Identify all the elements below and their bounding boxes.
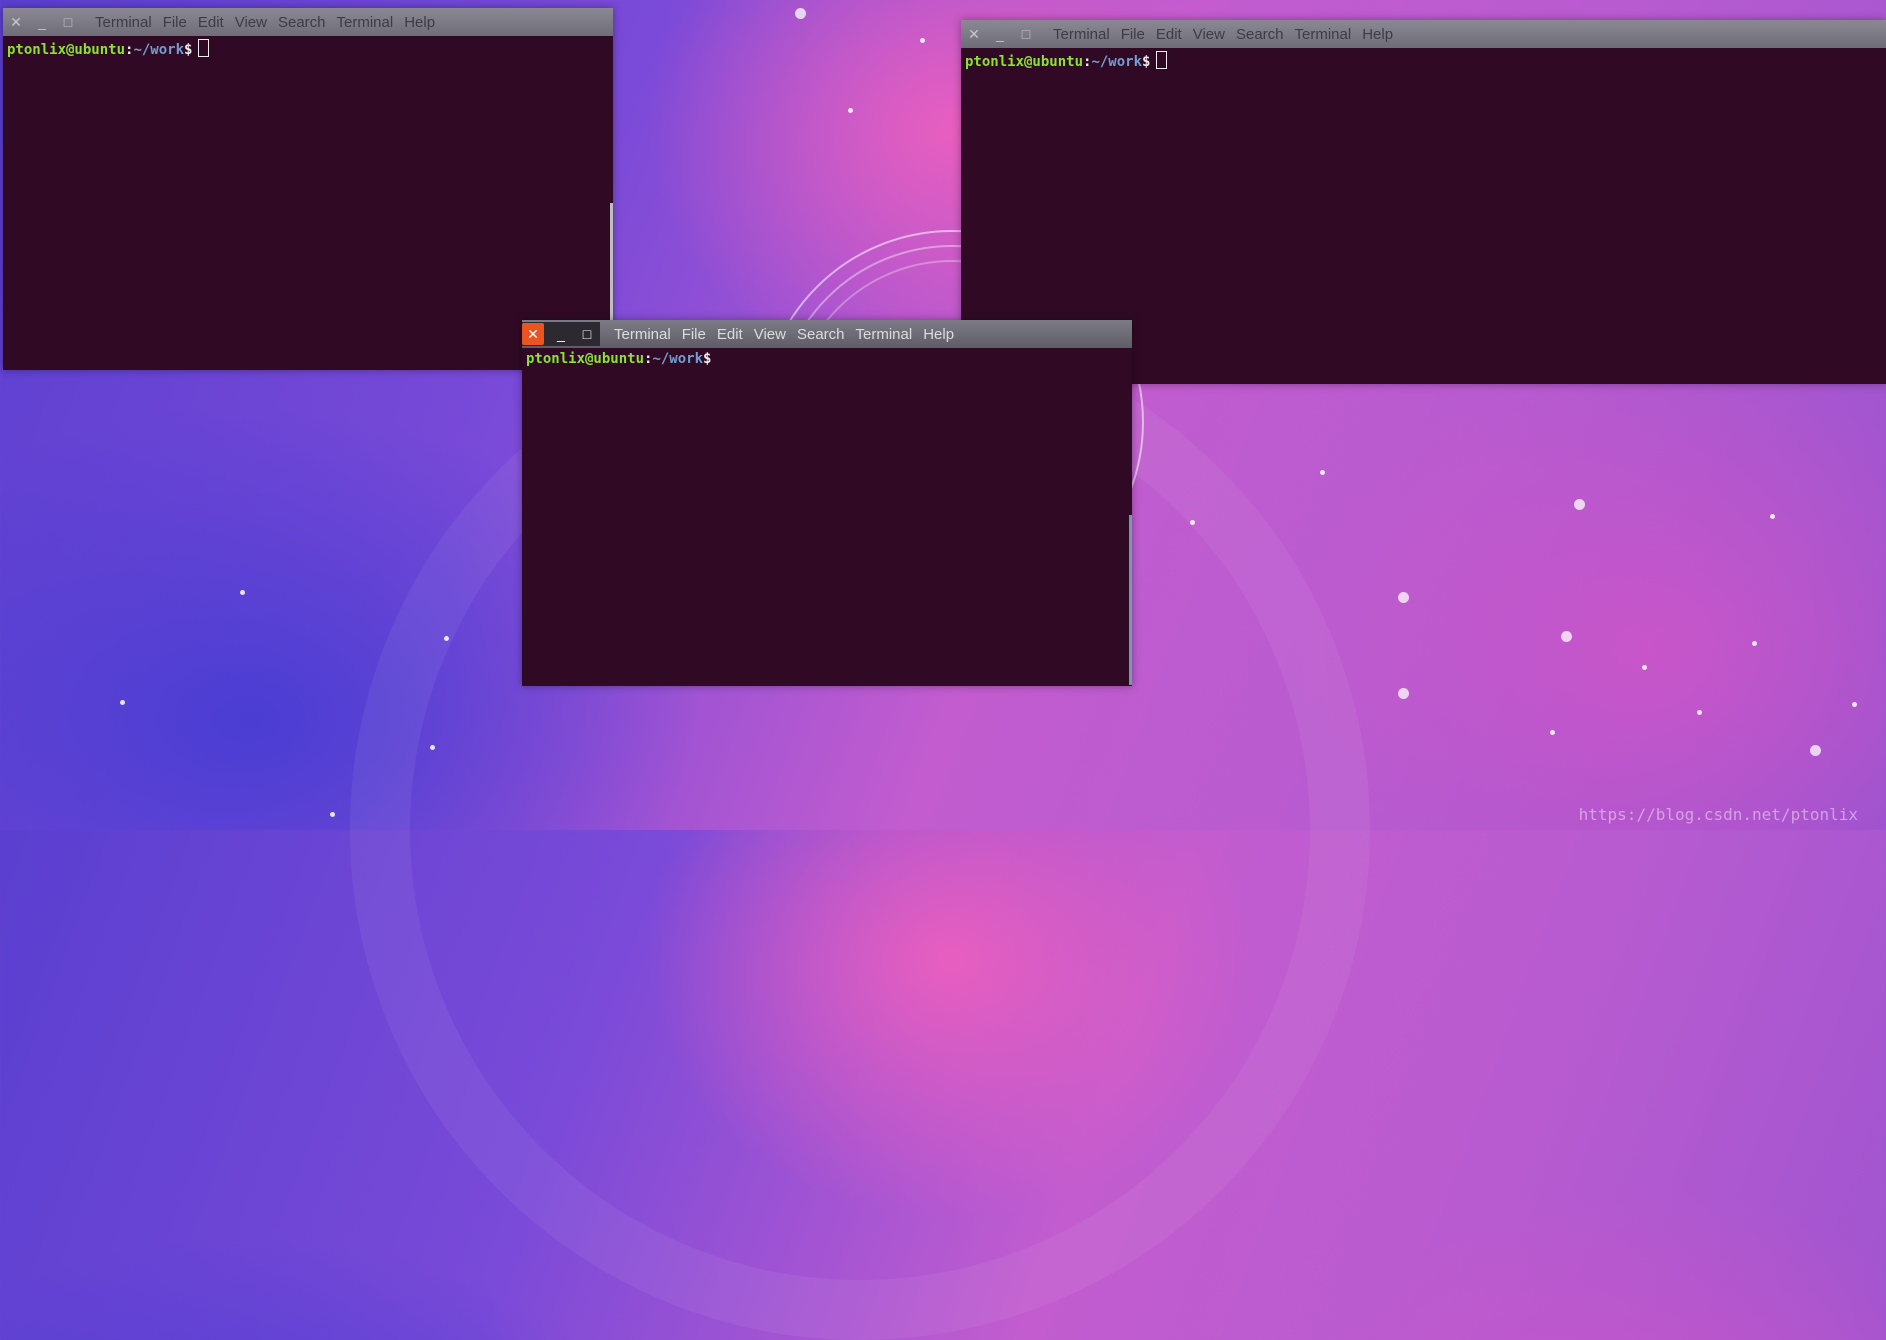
menu-item-terminal-2[interactable]: Terminal	[1295, 26, 1352, 43]
menu-item-view[interactable]: View	[235, 14, 267, 31]
menu-item-file[interactable]: File	[1121, 26, 1145, 43]
prompt-path: ~/work	[133, 42, 185, 58]
window-titlebar[interactable]: ✕ _ □ Terminal File Edit View Search Ter…	[3, 8, 613, 36]
prompt-user-host: ptonlix@ubuntu	[7, 42, 126, 58]
close-icon[interactable]: ✕	[3, 8, 29, 36]
menu-bar: Terminal File Edit View Search Terminal …	[614, 326, 965, 343]
prompt-user-host: ptonlix@ubuntu	[526, 351, 645, 367]
prompt-symbol: $	[703, 351, 712, 367]
text-cursor	[1156, 51, 1168, 69]
text-cursor	[198, 39, 210, 57]
maximize-icon[interactable]: □	[1013, 20, 1039, 48]
menu-item-terminal[interactable]: Terminal	[614, 326, 671, 343]
close-icon[interactable]: ✕	[522, 323, 544, 345]
prompt-user-host: ptonlix@ubuntu	[965, 54, 1084, 70]
menu-item-search[interactable]: Search	[797, 326, 845, 343]
terminal-window-focused[interactable]: ✕ _ □ Terminal File Edit View Search Ter…	[522, 320, 1132, 686]
menu-item-view[interactable]: View	[754, 326, 786, 343]
menu-item-help[interactable]: Help	[404, 14, 435, 31]
menu-item-search[interactable]: Search	[278, 14, 326, 31]
window-titlebar[interactable]: ✕ _ □ Terminal File Edit View Search Ter…	[961, 20, 1886, 48]
minimize-icon[interactable]: _	[29, 8, 55, 36]
close-icon[interactable]: ✕	[961, 20, 987, 48]
scrollbar[interactable]	[1129, 515, 1132, 685]
menu-item-edit[interactable]: Edit	[1156, 26, 1182, 43]
prompt-symbol: $	[184, 42, 193, 58]
maximize-icon[interactable]: □	[55, 8, 81, 36]
maximize-icon[interactable]: □	[574, 320, 600, 348]
minimize-icon[interactable]: _	[548, 320, 574, 348]
menu-bar: Terminal File Edit View Search Terminal …	[95, 14, 446, 31]
menu-item-terminal-2[interactable]: Terminal	[856, 326, 913, 343]
menu-item-terminal[interactable]: Terminal	[95, 14, 152, 31]
watermark-url: https://blog.csdn.net/ptonlix	[1578, 805, 1858, 824]
window-titlebar[interactable]: ✕ _ □ Terminal File Edit View Search Ter…	[522, 320, 1132, 348]
menu-item-view[interactable]: View	[1193, 26, 1225, 43]
prompt-symbol: $	[1142, 54, 1151, 70]
menu-item-help[interactable]: Help	[923, 326, 954, 343]
menu-item-edit[interactable]: Edit	[717, 326, 743, 343]
menu-item-terminal-2[interactable]: Terminal	[337, 14, 394, 31]
minimize-icon[interactable]: _	[987, 20, 1013, 48]
menu-item-help[interactable]: Help	[1362, 26, 1393, 43]
menu-bar: Terminal File Edit View Search Terminal …	[1053, 26, 1404, 43]
menu-item-terminal[interactable]: Terminal	[1053, 26, 1110, 43]
menu-item-file[interactable]: File	[682, 326, 706, 343]
terminal-output[interactable]: ptonlix@ubuntu:~/work$	[522, 348, 1132, 686]
prompt-path: ~/work	[652, 351, 704, 367]
menu-item-file[interactable]: File	[163, 14, 187, 31]
menu-item-search[interactable]: Search	[1236, 26, 1284, 43]
prompt-path: ~/work	[1091, 54, 1143, 70]
menu-item-edit[interactable]: Edit	[198, 14, 224, 31]
terminal-window-top-left[interactable]: ✕ _ □ Terminal File Edit View Search Ter…	[3, 8, 613, 370]
